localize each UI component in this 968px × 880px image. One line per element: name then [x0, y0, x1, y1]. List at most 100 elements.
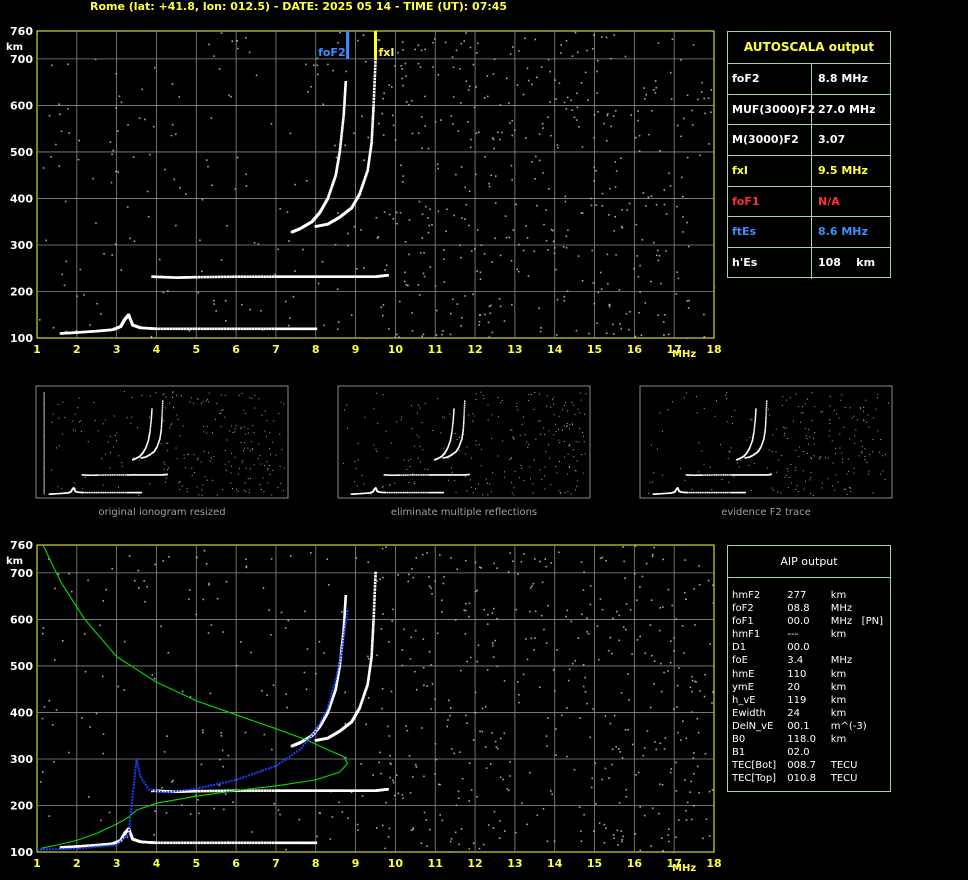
noise-dot	[733, 476, 735, 478]
noise-dot	[240, 427, 242, 429]
noise-dot	[171, 83, 174, 85]
autoscala-value: 8.8 MHz	[818, 72, 868, 85]
aip-value: 08.8	[787, 603, 810, 615]
noise-dot	[43, 474, 45, 476]
noise-dot	[416, 434, 418, 436]
trace-point	[462, 424, 465, 426]
trace-point	[120, 491, 123, 494]
trace-point	[372, 104, 375, 107]
noise-dot	[472, 739, 475, 741]
noise-dot	[531, 160, 533, 163]
noise-dot	[222, 765, 224, 768]
trace-point	[388, 491, 391, 494]
noise-dot	[580, 399, 582, 401]
noise-dot	[395, 211, 398, 214]
aip-row: foF1 00.0 MHz [PN]	[728, 615, 890, 628]
noise-dot	[499, 776, 502, 779]
noise-dot	[711, 789, 714, 791]
noise-dot	[570, 620, 573, 623]
noise-dot	[844, 406, 846, 408]
noise-dot	[481, 707, 484, 710]
aip-value: 010.8	[787, 773, 816, 785]
noise-dot	[841, 452, 843, 454]
noise-dot	[676, 271, 678, 273]
noise-dot	[802, 470, 804, 472]
noise-dot	[254, 395, 256, 397]
noise-dot	[696, 765, 699, 768]
noise-dot	[468, 847, 471, 850]
noise-dot	[446, 208, 448, 211]
noise-dot	[121, 462, 123, 464]
noise-dot	[488, 185, 491, 188]
noise-dot	[623, 560, 625, 563]
noise-dot	[653, 546, 655, 549]
aip-unit: km	[830, 734, 847, 746]
noise-dot	[434, 773, 436, 775]
noise-dot	[628, 698, 630, 701]
noise-dot	[250, 441, 252, 443]
noise-dot	[869, 454, 871, 456]
noise-dot	[248, 491, 250, 493]
noise-dot	[43, 415, 45, 417]
noise-dot	[190, 397, 192, 399]
noise-dot	[551, 793, 553, 795]
noise-dot	[43, 480, 45, 482]
noise-dot	[409, 466, 411, 468]
trace-point	[206, 327, 210, 331]
noise-dot	[162, 560, 164, 562]
noise-dot	[482, 843, 485, 846]
noise-dot	[230, 472, 232, 474]
noise-dot	[430, 587, 432, 589]
noise-dot	[866, 421, 868, 423]
noise-dot	[178, 488, 180, 490]
trace-point	[343, 606, 347, 610]
thumbnail-1: original ionogram resized	[35, 385, 289, 518]
noise-dot	[268, 609, 270, 611]
trace-point	[192, 327, 195, 331]
noise-dot	[582, 435, 584, 437]
trace-point	[701, 491, 703, 494]
noise-dot	[284, 627, 287, 629]
noise-dot	[503, 830, 506, 832]
noise-dot	[534, 38, 537, 41]
noise-dot	[534, 637, 536, 639]
noise-dot	[651, 481, 653, 483]
noise-dot	[639, 849, 642, 852]
noise-dot	[832, 485, 834, 487]
noise-dot	[490, 174, 493, 177]
noise-dot	[411, 568, 413, 570]
trace-point	[251, 275, 255, 278]
noise-dot	[207, 165, 209, 168]
noise-dot	[663, 203, 666, 206]
noise-dot	[491, 261, 494, 263]
noise-dot	[541, 478, 543, 480]
noise-dot	[154, 810, 156, 812]
noise-dot	[491, 414, 493, 416]
noise-dot	[360, 763, 362, 765]
noise-dot	[43, 436, 45, 438]
noise-dot	[686, 337, 689, 340]
noise-dot	[427, 468, 429, 470]
trace-point	[197, 327, 201, 331]
noise-dot	[491, 612, 494, 615]
noise-dot	[625, 788, 627, 791]
noise-dot	[68, 132, 70, 134]
noise-dot	[364, 416, 366, 418]
noise-dot	[424, 403, 426, 405]
noise-dot	[468, 224, 470, 227]
trace-point	[401, 491, 403, 494]
noise-dot	[649, 624, 652, 626]
noise-dot	[58, 445, 60, 447]
noise-dot	[344, 691, 346, 694]
noise-dot	[840, 399, 842, 401]
trace-point	[422, 491, 425, 494]
noise-dot	[144, 600, 146, 603]
noise-dot	[750, 418, 752, 420]
trace-point	[243, 327, 247, 331]
trace-point	[192, 841, 195, 845]
noise-dot	[657, 314, 659, 317]
noise-dot	[103, 253, 105, 255]
noise-dot	[705, 818, 708, 821]
noise-dot	[305, 179, 308, 182]
noise-dot	[547, 116, 549, 118]
